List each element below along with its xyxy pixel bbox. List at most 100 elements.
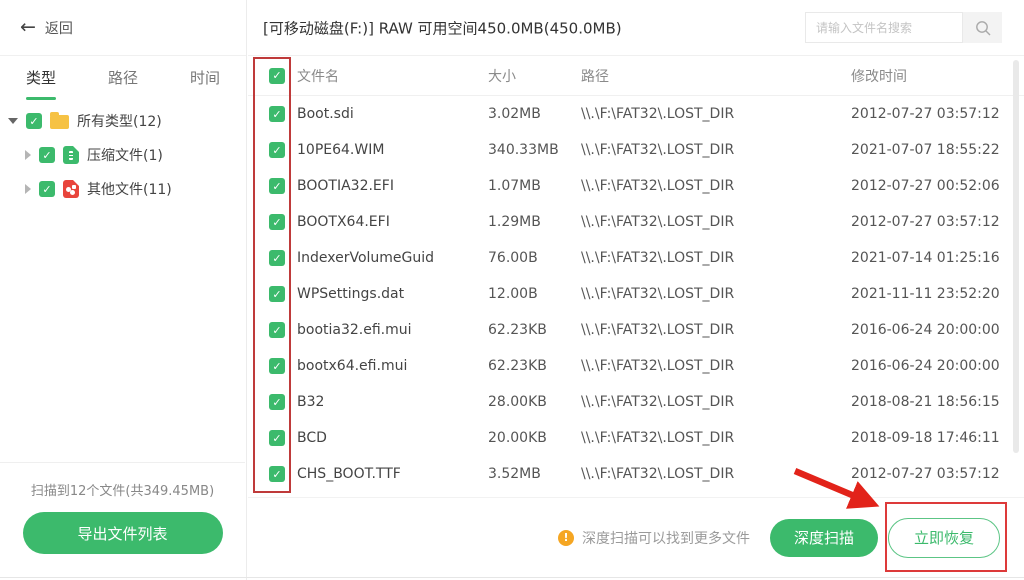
file-name-cell: bootx64.efi.mui xyxy=(297,358,488,374)
row-checkbox[interactable]: ✓ xyxy=(269,142,285,158)
file-path-cell: \\.\F:\FAT32\.LOST_DIR xyxy=(581,178,851,194)
row-checkbox[interactable]: ✓ xyxy=(269,286,285,302)
file-size-cell: 1.29MB xyxy=(488,214,581,230)
drive-title: [可移动磁盘(F:)] RAW 可用空间450.0MB(450.0MB) xyxy=(263,17,622,38)
row-checkbox[interactable]: ✓ xyxy=(269,322,285,338)
file-size-cell: 3.02MB xyxy=(488,106,581,122)
row-checkbox[interactable]: ✓ xyxy=(269,106,285,122)
column-header-modified: 修改时间 xyxy=(851,66,1024,86)
row-checkbox[interactable]: ✓ xyxy=(269,466,285,482)
file-path-cell: \\.\F:\FAT32\.LOST_DIR xyxy=(581,250,851,266)
row-checkbox[interactable]: ✓ xyxy=(269,394,285,410)
back-label: 返回 xyxy=(45,18,73,38)
table-row[interactable]: ✓ IndexerVolumeGuid 76.00B \\.\F:\FAT32\… xyxy=(248,240,1024,276)
tree-item-other-files[interactable]: ✓ 其他文件(11) xyxy=(0,172,246,206)
file-size-cell: 340.33MB xyxy=(488,142,581,158)
search-icon xyxy=(974,19,992,37)
file-modified-cell: 2021-07-14 01:25:16 xyxy=(851,250,1024,266)
tree-item-label: 压缩文件(1) xyxy=(87,145,163,165)
scan-statistics: 扫描到12个文件(共349.45MB) xyxy=(0,480,245,499)
table-body: ✓ Boot.sdi 3.02MB \\.\F:\FAT32\.LOST_DIR… xyxy=(248,96,1024,492)
table-row[interactable]: ✓ BOOTIA32.EFI 1.07MB \\.\F:\FAT32\.LOST… xyxy=(248,168,1024,204)
file-modified-cell: 2016-06-24 20:00:00 xyxy=(851,358,1024,374)
file-size-cell: 20.00KB xyxy=(488,430,581,446)
file-size-cell: 62.23KB xyxy=(488,322,581,338)
deep-scan-button[interactable]: 深度扫描 xyxy=(770,519,878,557)
back-arrow-icon: ← xyxy=(20,18,36,37)
file-path-cell: \\.\F:\FAT32\.LOST_DIR xyxy=(581,286,851,302)
table-header: ✓ 文件名 大小 路径 修改时间 xyxy=(248,56,1024,96)
file-size-cell: 76.00B xyxy=(488,250,581,266)
file-size-cell: 12.00B xyxy=(488,286,581,302)
file-recovery-window: ← 返回 类型 路径 时间 ✓ 所有类型(12) ✓ 压缩文件(1) ✓ xyxy=(0,0,1024,580)
file-name-cell: 10PE64.WIM xyxy=(297,142,488,158)
file-size-cell: 1.07MB xyxy=(488,178,581,194)
recover-now-button[interactable]: 立即恢复 xyxy=(888,518,1000,558)
file-modified-cell: 2012-07-27 03:57:12 xyxy=(851,106,1024,122)
file-modified-cell: 2016-06-24 20:00:00 xyxy=(851,322,1024,338)
folder-icon xyxy=(50,115,69,129)
column-header-size: 大小 xyxy=(488,66,581,86)
search-button[interactable] xyxy=(963,12,1002,43)
row-checkbox[interactable]: ✓ xyxy=(269,178,285,194)
main-panel: [可移动磁盘(F:)] RAW 可用空间450.0MB(450.0MB) ✓ 文… xyxy=(248,0,1024,580)
table-row[interactable]: ✓ BCD 20.00KB \\.\F:\FAT32\.LOST_DIR 201… xyxy=(248,420,1024,456)
file-name-cell: IndexerVolumeGuid xyxy=(297,250,488,266)
file-name-cell: Boot.sdi xyxy=(297,106,488,122)
file-name-cell: bootia32.efi.mui xyxy=(297,322,488,338)
tree-item-all-types[interactable]: ✓ 所有类型(12) xyxy=(0,104,246,138)
table-row[interactable]: ✓ WPSettings.dat 12.00B \\.\F:\FAT32\.LO… xyxy=(248,276,1024,312)
table-row[interactable]: ✓ Boot.sdi 3.02MB \\.\F:\FAT32\.LOST_DIR… xyxy=(248,96,1024,132)
file-path-cell: \\.\F:\FAT32\.LOST_DIR xyxy=(581,142,851,158)
table-row[interactable]: ✓ 10PE64.WIM 340.33MB \\.\F:\FAT32\.LOST… xyxy=(248,132,1024,168)
tab-path[interactable]: 路径 xyxy=(82,56,164,102)
table-row[interactable]: ✓ B32 28.00KB \\.\F:\FAT32\.LOST_DIR 201… xyxy=(248,384,1024,420)
search-input[interactable] xyxy=(805,12,963,43)
file-path-cell: \\.\F:\FAT32\.LOST_DIR xyxy=(581,322,851,338)
table-row[interactable]: ✓ bootia32.efi.mui 62.23KB \\.\F:\FAT32\… xyxy=(248,312,1024,348)
sidebar-footer: 扫描到12个文件(共349.45MB) 导出文件列表 xyxy=(0,462,245,580)
file-type-tree: ✓ 所有类型(12) ✓ 压缩文件(1) ✓ 其他文件(11) xyxy=(0,102,246,206)
file-name-cell: BOOTX64.EFI xyxy=(297,214,488,230)
file-name-cell: CHS_BOOT.TTF xyxy=(297,466,488,482)
export-file-list-button[interactable]: 导出文件列表 xyxy=(23,512,223,554)
file-size-cell: 28.00KB xyxy=(488,394,581,410)
column-header-path: 路径 xyxy=(581,66,851,86)
select-all-checkbox[interactable]: ✓ xyxy=(269,68,285,84)
tree-checkbox[interactable]: ✓ xyxy=(39,147,55,163)
tree-checkbox[interactable]: ✓ xyxy=(39,181,55,197)
row-checkbox[interactable]: ✓ xyxy=(269,214,285,230)
file-size-cell: 3.52MB xyxy=(488,466,581,482)
sidebar: ← 返回 类型 路径 时间 ✓ 所有类型(12) ✓ 压缩文件(1) ✓ xyxy=(0,0,247,580)
file-modified-cell: 2021-11-11 23:52:20 xyxy=(851,286,1024,302)
file-path-cell: \\.\F:\FAT32\.LOST_DIR xyxy=(581,214,851,230)
footer-bar: ! 深度扫描可以找到更多文件 深度扫描 立即恢复 xyxy=(248,497,1024,577)
back-button[interactable]: ← 返回 xyxy=(0,0,246,56)
other-file-icon xyxy=(63,180,79,198)
file-name-cell: WPSettings.dat xyxy=(297,286,488,302)
expand-collapse-icon[interactable] xyxy=(8,118,18,124)
table-scrollbar[interactable] xyxy=(1013,60,1019,453)
table-row[interactable]: ✓ BOOTX64.EFI 1.29MB \\.\F:\FAT32\.LOST_… xyxy=(248,204,1024,240)
table-row[interactable]: ✓ bootx64.efi.mui 62.23KB \\.\F:\FAT32\.… xyxy=(248,348,1024,384)
file-path-cell: \\.\F:\FAT32\.LOST_DIR xyxy=(581,394,851,410)
file-modified-cell: 2012-07-27 03:57:12 xyxy=(851,466,1024,482)
row-checkbox[interactable]: ✓ xyxy=(269,250,285,266)
file-modified-cell: 2018-08-21 18:56:15 xyxy=(851,394,1024,410)
archive-file-icon xyxy=(63,146,79,164)
file-path-cell: \\.\F:\FAT32\.LOST_DIR xyxy=(581,358,851,374)
tree-item-label: 所有类型(12) xyxy=(77,111,162,131)
table-row[interactable]: ✓ CHS_BOOT.TTF 3.52MB \\.\F:\FAT32\.LOST… xyxy=(248,456,1024,492)
tab-type[interactable]: 类型 xyxy=(0,56,82,102)
tree-item-archive-files[interactable]: ✓ 压缩文件(1) xyxy=(0,138,246,172)
tab-time[interactable]: 时间 xyxy=(164,56,246,102)
tree-checkbox[interactable]: ✓ xyxy=(26,113,42,129)
deep-scan-hint: 深度扫描可以找到更多文件 xyxy=(582,528,750,548)
file-modified-cell: 2018-09-18 17:46:11 xyxy=(851,430,1024,446)
row-checkbox[interactable]: ✓ xyxy=(269,430,285,446)
tree-item-label: 其他文件(11) xyxy=(87,179,172,199)
expand-collapse-icon[interactable] xyxy=(25,184,31,194)
row-checkbox[interactable]: ✓ xyxy=(269,358,285,374)
file-size-cell: 62.23KB xyxy=(488,358,581,374)
expand-collapse-icon[interactable] xyxy=(25,150,31,160)
